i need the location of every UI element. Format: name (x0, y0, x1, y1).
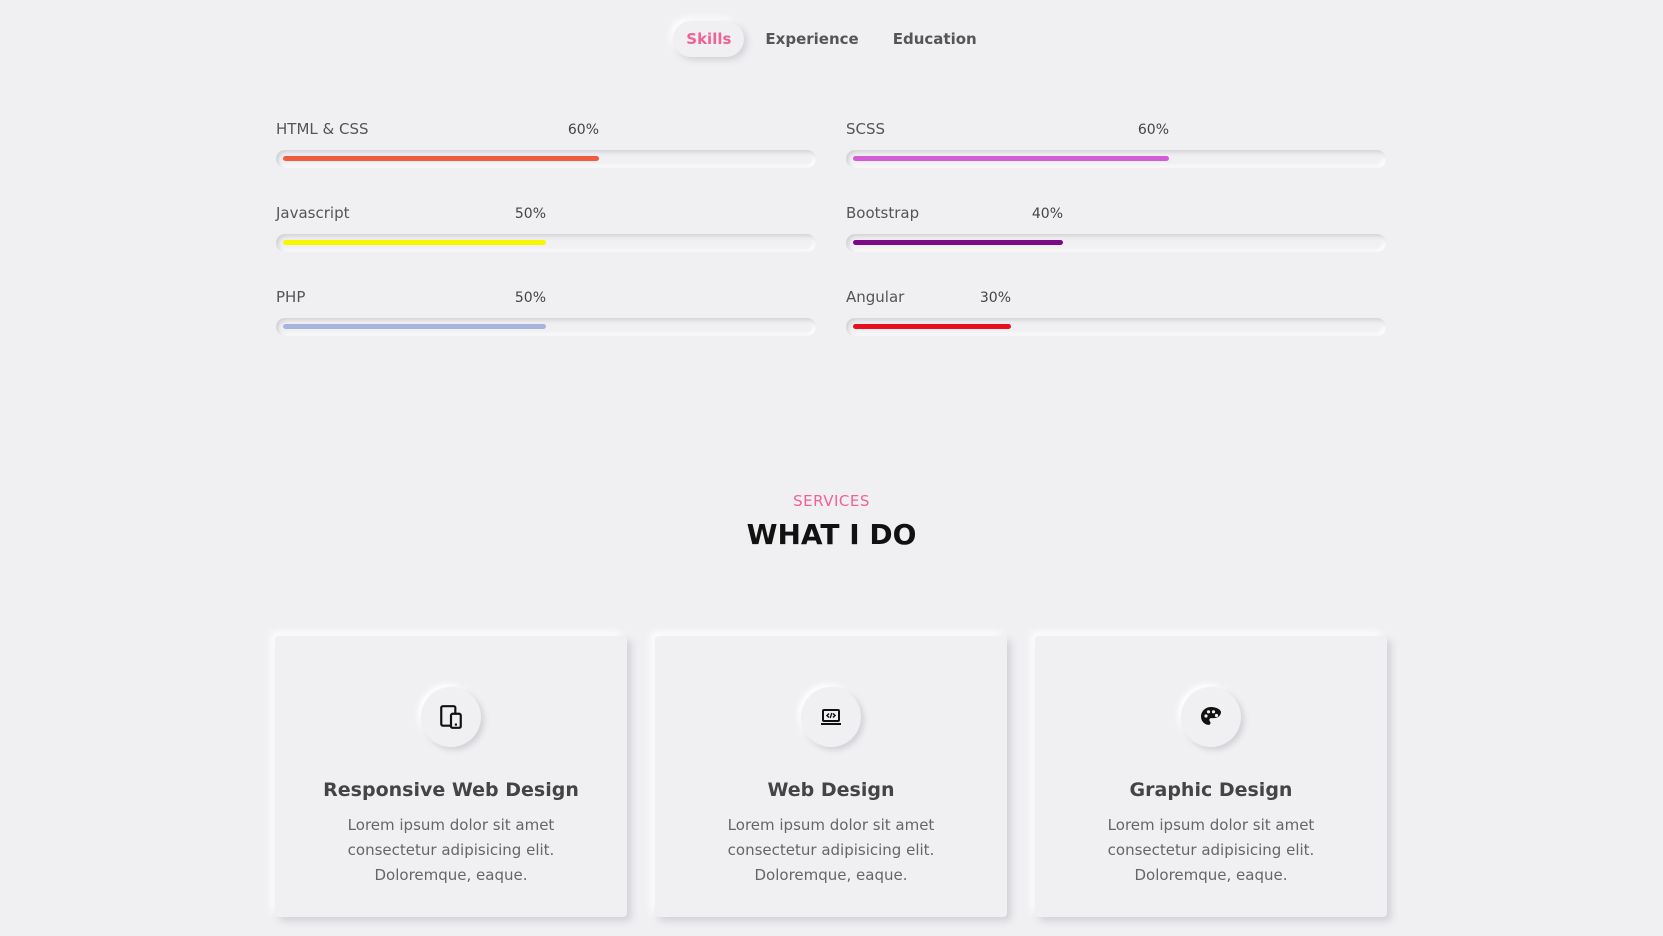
progress-track (846, 150, 1386, 168)
service-title: Web Design (767, 779, 895, 801)
tab-education[interactable]: Education (880, 21, 990, 57)
skill-bootstrap: Bootstrap 40% (846, 202, 1386, 252)
tab-skills[interactable]: Skills (673, 21, 745, 57)
service-description: Lorem ipsum dolor sit amet consectetur a… (727, 816, 935, 884)
progress-fill (853, 156, 1169, 161)
skill-javascript: Javascript 50% (276, 202, 816, 252)
devices-icon (421, 687, 481, 747)
progress-track (846, 234, 1386, 252)
skill-name: PHP (276, 288, 306, 306)
skill-percent: 50% (514, 206, 546, 222)
progress-track (276, 234, 816, 252)
section-label: SERVICES (793, 492, 870, 510)
skill-percent: 60% (1137, 122, 1169, 138)
tab-experience[interactable]: Experience (752, 21, 871, 57)
skill-name: Javascript (276, 204, 350, 222)
skill-name: Angular (846, 288, 905, 306)
resume-tabs: Skills Experience Education (0, 21, 1663, 57)
progress-fill (283, 156, 599, 161)
progress-fill (283, 324, 546, 329)
service-title: Graphic Design (1129, 779, 1293, 801)
section-title: WHAT I DO (746, 518, 917, 551)
skill-percent: 40% (1031, 206, 1063, 222)
skills-grid: HTML & CSS 60% SCSS 60% Javascript 50% B… (276, 118, 1386, 336)
service-title: Responsive Web Design (323, 779, 579, 801)
service-card: Graphic Design Lorem ipsum dolor sit ame… (1035, 636, 1387, 917)
skill-percent: 50% (514, 290, 546, 306)
skill-scss: SCSS 60% (846, 118, 1386, 168)
service-card: Responsive Web Design Lorem ipsum dolor … (275, 636, 627, 917)
skill-name: HTML & CSS (276, 120, 369, 138)
progress-track (846, 318, 1386, 336)
progress-track (276, 318, 816, 336)
skill-php: PHP 50% (276, 286, 816, 336)
skill-name: Bootstrap (846, 204, 920, 222)
progress-fill (853, 324, 1011, 329)
service-description: Lorem ipsum dolor sit amet consectetur a… (1107, 816, 1315, 884)
laptop-code-icon (801, 687, 861, 747)
skill-html-css: HTML & CSS 60% (276, 118, 816, 168)
services-cards: Responsive Web Design Lorem ipsum dolor … (275, 636, 1387, 917)
skill-percent: 30% (979, 290, 1011, 306)
service-card: Web Design Lorem ipsum dolor sit amet co… (655, 636, 1007, 917)
skill-name: SCSS (846, 120, 886, 138)
skill-angular: Angular 30% (846, 286, 1386, 336)
progress-fill (853, 240, 1063, 245)
skill-percent: 60% (567, 122, 599, 138)
palette-icon (1181, 687, 1241, 747)
progress-fill (283, 240, 546, 245)
progress-track (276, 150, 816, 168)
service-description: Lorem ipsum dolor sit amet consectetur a… (347, 816, 555, 884)
